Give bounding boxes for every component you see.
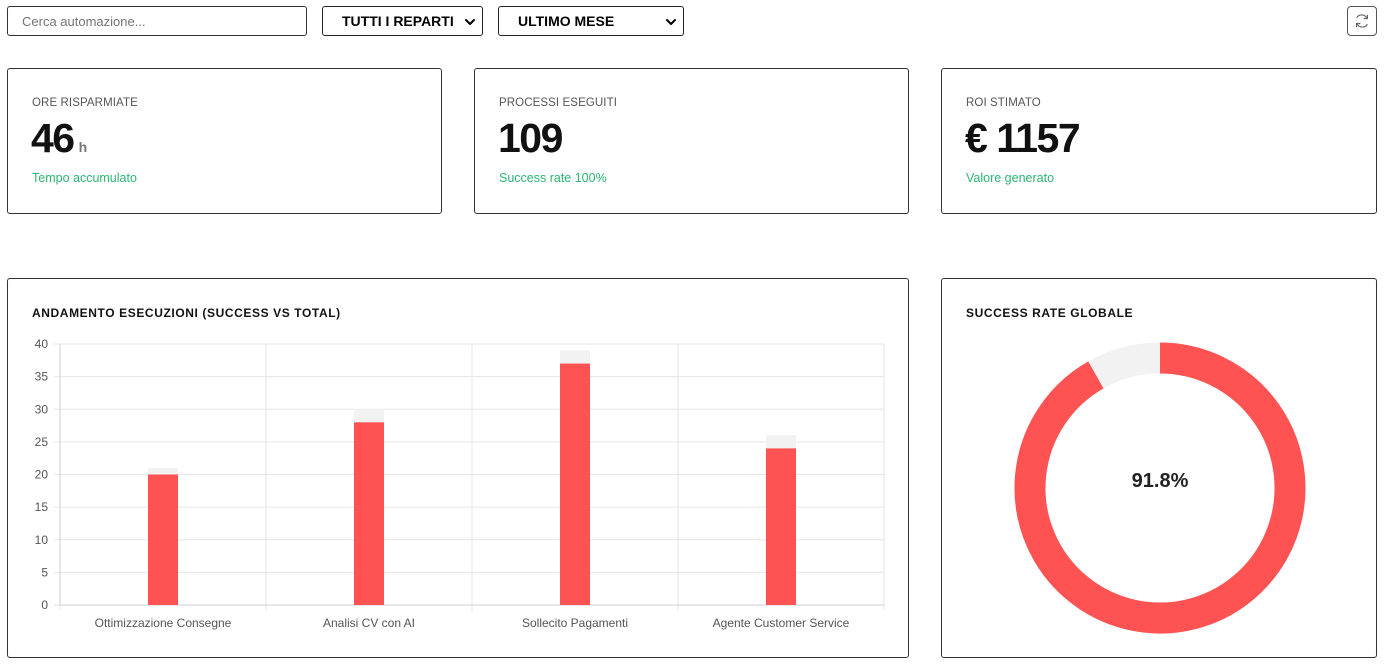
donut-slice-other[interactable] bbox=[1088, 342, 1161, 389]
y-tick-label: 10 bbox=[35, 533, 49, 547]
kpi-value: € 1157 bbox=[965, 115, 1081, 161]
kpi-value: 109 bbox=[498, 115, 563, 161]
x-tick-label: Ottimizzazione Consegne bbox=[95, 616, 232, 630]
success-rate-donut-chart bbox=[1014, 342, 1306, 634]
x-tick-label: Sollecito Pagamenti bbox=[522, 616, 628, 630]
kpi-card-roi: ROI STIMATO € 1157 Valore generato bbox=[941, 68, 1377, 214]
department-select-value: TUTTI I REPARTI bbox=[342, 13, 454, 29]
refresh-button[interactable] bbox=[1347, 6, 1377, 36]
y-tick-label: 35 bbox=[35, 370, 49, 384]
bar-success[interactable] bbox=[766, 448, 796, 605]
donut-center-label: 91.8% bbox=[1131, 470, 1189, 492]
kpi-card-processes-executed: PROCESSI ESEGUITI 109 Success rate 100% bbox=[474, 68, 909, 214]
y-tick-label: 5 bbox=[41, 565, 48, 579]
refresh-icon bbox=[1356, 14, 1368, 28]
bar-success[interactable] bbox=[354, 422, 384, 605]
department-select[interactable]: TUTTI I REPARTI bbox=[322, 6, 483, 36]
kpi-label: ORE RISPARMIATE bbox=[32, 97, 138, 109]
kpi-label: PROCESSI ESEGUITI bbox=[499, 97, 618, 109]
bar-success[interactable] bbox=[148, 474, 178, 606]
y-tick-label: 30 bbox=[35, 402, 49, 416]
kpi-subtitle: Tempo accumulato bbox=[32, 171, 137, 185]
kpi-unit: h bbox=[78, 139, 88, 155]
success-rate-card: SUCCESS RATE GLOBALE 91.8% bbox=[941, 278, 1377, 658]
executions-bar-chart: 0 5 10 15 20 25 30 35 40 Ottimizzazione Consegne A… bbox=[35, 337, 885, 630]
kpi-card-hours-saved: ORE RISPARMIATE 46 h Tempo accumulato bbox=[7, 68, 442, 214]
bar-success[interactable] bbox=[560, 363, 590, 605]
y-tick-label: 20 bbox=[35, 468, 49, 482]
search-input[interactable] bbox=[7, 6, 307, 36]
y-tick-label: 0 bbox=[41, 598, 48, 612]
y-tick-label: 25 bbox=[35, 435, 49, 449]
chevron-down-icon bbox=[465, 19, 475, 25]
kpi-value: 46 h bbox=[31, 115, 88, 161]
kpi-subtitle: Valore generato bbox=[966, 171, 1055, 185]
period-select[interactable]: ULTIMO MESE bbox=[498, 6, 684, 36]
kpi-subtitle: Success rate 100% bbox=[499, 171, 607, 185]
executions-chart-card: ANDAMENTO ESECUZIONI (SUCCESS VS TOTAL) … bbox=[7, 278, 909, 658]
kpi-label: ROI STIMATO bbox=[966, 97, 1041, 109]
y-tick-label: 40 bbox=[35, 337, 49, 351]
chevron-down-icon bbox=[666, 19, 676, 25]
x-tick-label: Agente Customer Service bbox=[713, 616, 850, 630]
y-tick-label: 15 bbox=[35, 500, 49, 514]
x-tick-label: Analisi CV con AI bbox=[323, 616, 415, 630]
period-select-value: ULTIMO MESE bbox=[518, 13, 615, 29]
